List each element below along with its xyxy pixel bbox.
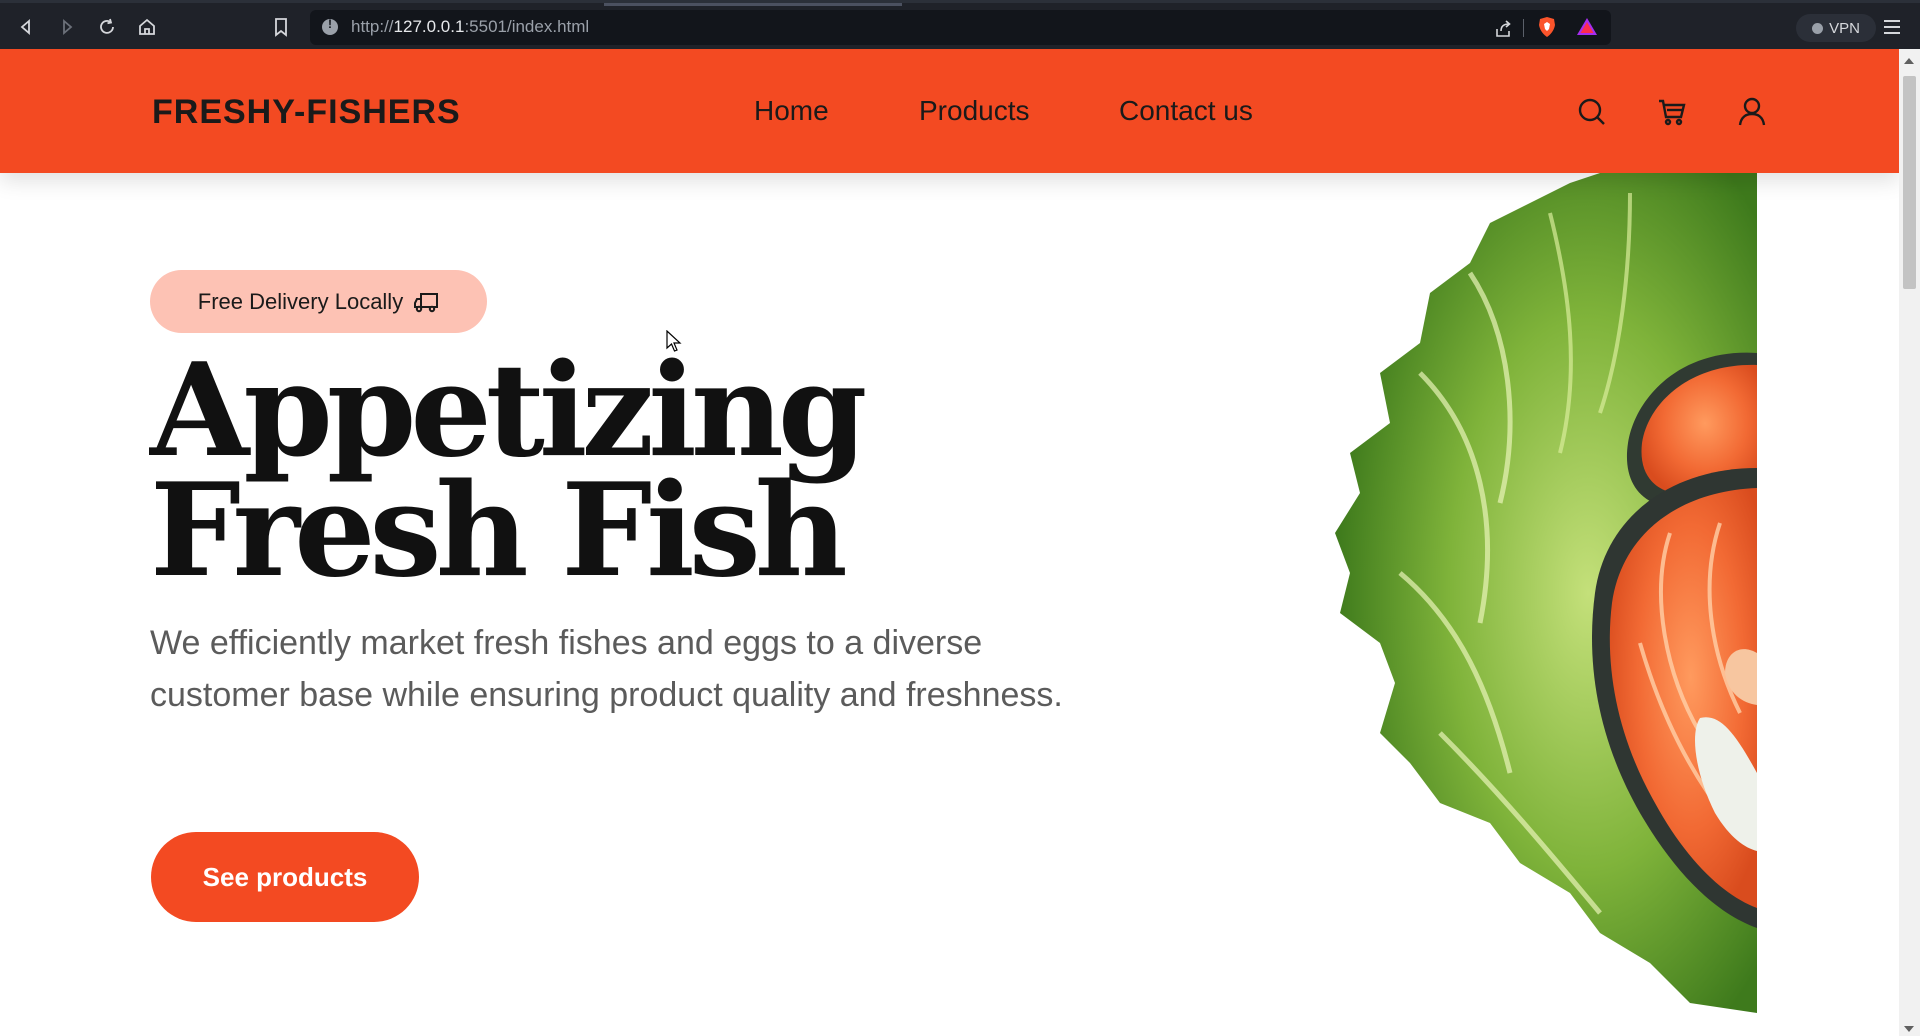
site-info-icon[interactable] xyxy=(322,17,338,35)
site-header: FRESHY-FISHERS Home Products Contact us xyxy=(0,49,1899,173)
active-tab-indicator xyxy=(604,3,902,6)
rewards-icon[interactable] xyxy=(1575,15,1599,39)
share-icon[interactable] xyxy=(1491,17,1515,41)
user-icon[interactable] xyxy=(1736,96,1768,128)
badge-label: Free Delivery Locally xyxy=(197,288,404,314)
nav-home[interactable]: Home xyxy=(754,95,829,127)
back-icon[interactable] xyxy=(14,15,38,39)
see-products-button[interactable]: See products xyxy=(151,832,419,922)
hero-headline: Appetizing Fresh Fish xyxy=(150,336,867,606)
scrollbar-thumb[interactable] xyxy=(1903,76,1916,289)
vpn-status-icon xyxy=(1812,22,1824,34)
forward-icon[interactable] xyxy=(55,15,79,39)
brave-shield-icon[interactable] xyxy=(1535,15,1559,39)
address-separator xyxy=(1523,19,1524,37)
cart-icon[interactable] xyxy=(1656,96,1688,128)
delivery-truck-icon xyxy=(414,292,439,312)
search-icon[interactable] xyxy=(1576,96,1608,128)
reload-icon[interactable] xyxy=(95,15,119,39)
address-bar[interactable]: http://127.0.0.1:5501/index.html xyxy=(310,10,1611,45)
menu-icon[interactable] xyxy=(1880,17,1904,37)
nav-contact[interactable]: Contact us xyxy=(1119,95,1253,127)
browser-toolbar: http://127.0.0.1:5501/index.html VPN xyxy=(0,0,1920,49)
url-text[interactable]: http://127.0.0.1:5501/index.html xyxy=(351,17,589,37)
home-icon[interactable] xyxy=(135,15,159,39)
vpn-label: VPN xyxy=(1829,19,1860,37)
page-viewport: FRESHY-FISHERS Home Products Contact us xyxy=(0,49,1899,1036)
hero-description: We efficiently market fresh fishes and e… xyxy=(150,624,1063,714)
nav-products[interactable]: Products xyxy=(919,95,1030,127)
vpn-button[interactable]: VPN xyxy=(1796,14,1876,42)
site-logo[interactable]: FRESHY-FISHERS xyxy=(152,93,461,132)
mouse-cursor-icon xyxy=(666,330,682,352)
bookmark-icon[interactable] xyxy=(269,15,293,39)
page-scrollbar[interactable] xyxy=(1899,49,1920,1036)
free-delivery-badge: Free Delivery Locally xyxy=(150,270,487,333)
scroll-up-icon[interactable] xyxy=(1904,58,1914,64)
salmon-on-lettuce-image xyxy=(1335,173,1757,1013)
scroll-down-icon[interactable] xyxy=(1904,1026,1914,1032)
